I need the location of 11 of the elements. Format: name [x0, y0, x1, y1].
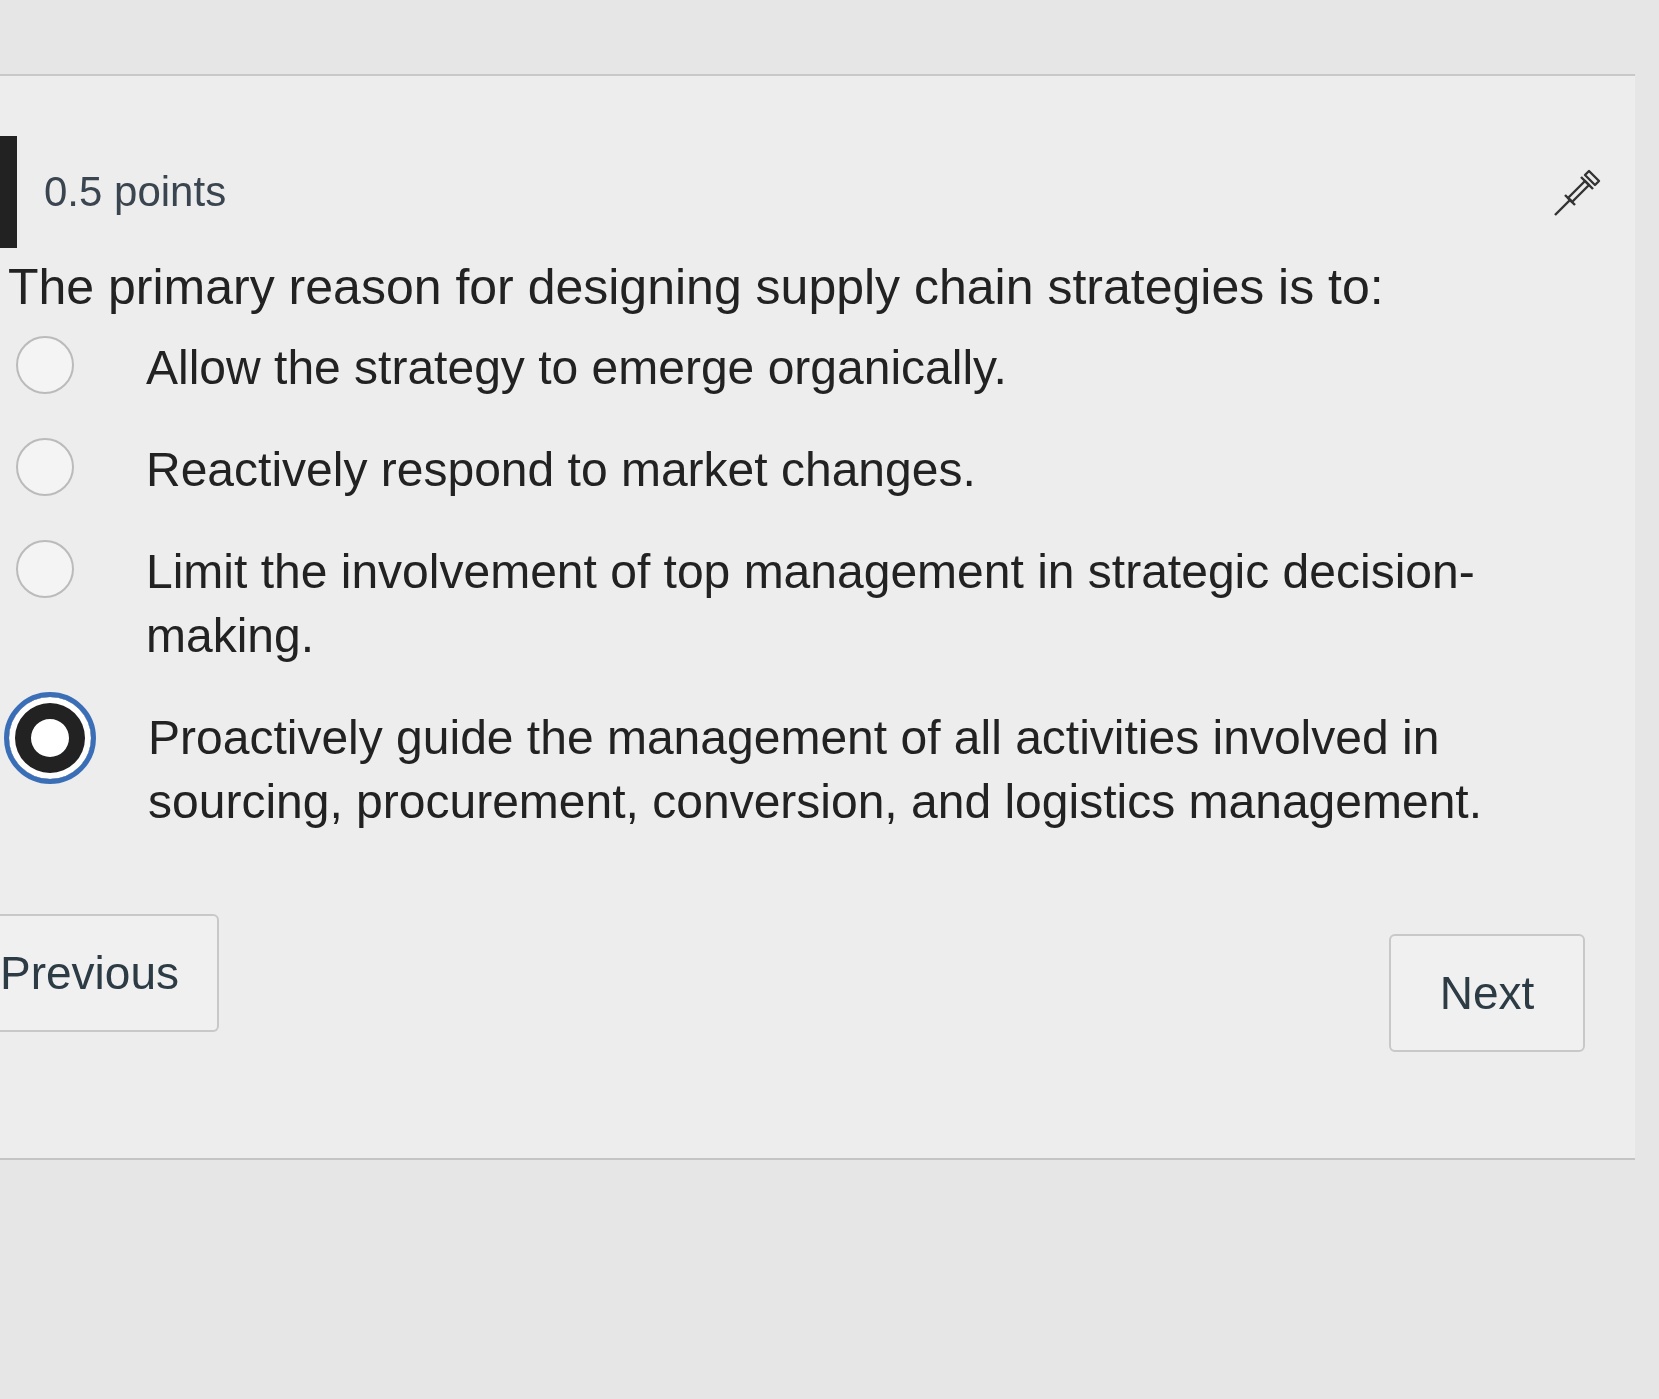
option-label[interactable]: Limit the involvement of top management in strategic decision-making. [146, 540, 1586, 668]
previous-button[interactable]: Previous [0, 914, 219, 1032]
radio-button[interactable] [16, 336, 74, 394]
points-label: 0.5 points [44, 168, 227, 216]
option-label[interactable]: Proactively guide the management of all activities involved in sourcing, procurement, conversion, and logistics management. [148, 706, 1588, 834]
radio-button[interactable] [16, 438, 74, 496]
next-button[interactable]: Next [1389, 934, 1585, 1052]
option-label[interactable]: Reactively respond to market changes. [146, 438, 976, 502]
question-text: The primary reason for designing supply chain strategies is to: [8, 258, 1385, 316]
option-label[interactable]: Allow the strategy to emerge organically. [146, 336, 1007, 400]
radio-button[interactable] [16, 540, 74, 598]
